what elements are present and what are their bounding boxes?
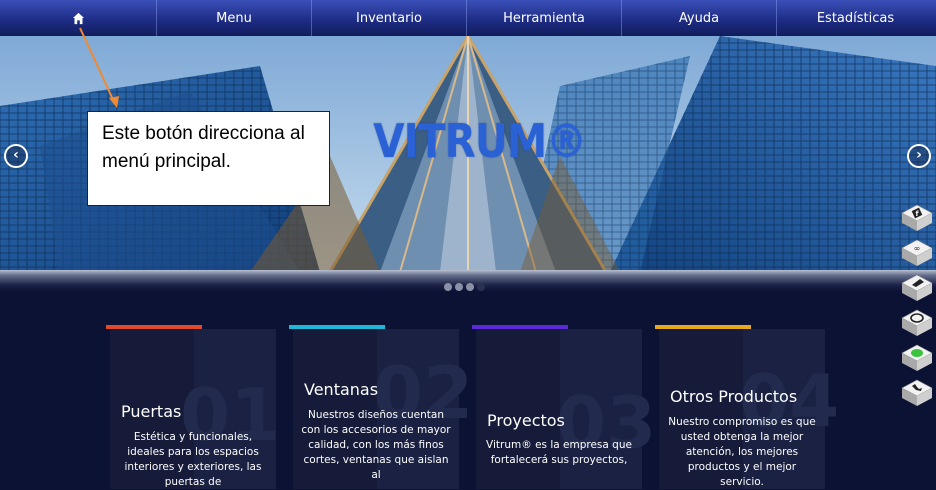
slider-dot[interactable] — [477, 283, 485, 291]
card-text: Vitrum® es la empresa que fortalecerá su… — [486, 439, 632, 466]
card-number: 02 — [373, 351, 474, 435]
line-icon[interactable] — [900, 343, 934, 373]
card-title: Otros Productos — [670, 387, 798, 406]
card-number: 01 — [180, 373, 281, 457]
card-otros-productos[interactable]: 04 Otros Productos Nuestro compromiso es… — [655, 325, 839, 489]
card-accent-bar — [472, 325, 568, 329]
slider-next-button[interactable]: › — [907, 144, 931, 168]
chevron-right-icon: › — [916, 147, 922, 163]
home-icon — [72, 12, 84, 24]
card-text: Nuestros diseños cuentan con los accesor… — [301, 409, 451, 481]
slider-prev-button[interactable]: ‹ — [4, 144, 28, 168]
card-number: 03 — [556, 381, 657, 465]
card-accent-bar — [289, 325, 385, 329]
nav-item-estadisticas[interactable]: Estadísticas — [777, 0, 934, 36]
card-puertas[interactable]: 01 Puertas Estética y funcionales, ideal… — [106, 325, 280, 489]
slider-dot[interactable] — [455, 283, 463, 291]
nav-home-button[interactable] — [0, 0, 157, 36]
slider-dot[interactable] — [444, 283, 452, 291]
hero-title: VITRUM® — [373, 114, 587, 168]
nav-item-inventario[interactable]: Inventario — [312, 0, 467, 36]
nav-item-herramienta[interactable]: Herramienta — [467, 0, 622, 36]
top-nav: Menu Inventario Herramienta Ayuda Estadí… — [0, 0, 936, 36]
card-proyectos[interactable]: 03 Proyectos Vitrum® es la empresa que f… — [472, 325, 656, 489]
chevron-left-icon: ‹ — [13, 147, 19, 163]
card-number: 04 — [739, 359, 840, 443]
slider-dot[interactable] — [466, 283, 474, 291]
card-text: Estética y funcionales, ideales para los… — [124, 431, 262, 488]
card-accent-bar — [106, 325, 202, 329]
card-accent-bar — [655, 325, 751, 329]
facebook-icon[interactable]: f — [900, 203, 934, 233]
card-ventanas[interactable]: 02 Ventanas Nuestros diseños cuentan con… — [289, 325, 473, 489]
card-text: Nuestro compromiso es que usted obtenga … — [668, 416, 816, 488]
svg-text:∞: ∞ — [914, 244, 921, 253]
nav-item-menu[interactable]: Menu — [157, 0, 312, 36]
card-title: Ventanas — [304, 380, 379, 399]
skype-icon[interactable] — [900, 308, 934, 338]
card-title: Proyectos — [487, 411, 565, 430]
annotation-callout: Este botón direcciona al menú principal. — [87, 111, 330, 206]
card-title: Puertas — [121, 402, 182, 421]
hangouts-icon[interactable]: ∞ — [900, 238, 934, 268]
phone-icon[interactable] — [900, 378, 934, 408]
slider-pagination — [444, 283, 485, 291]
flipboard-icon[interactable] — [900, 273, 934, 303]
nav-item-ayuda[interactable]: Ayuda — [622, 0, 777, 36]
